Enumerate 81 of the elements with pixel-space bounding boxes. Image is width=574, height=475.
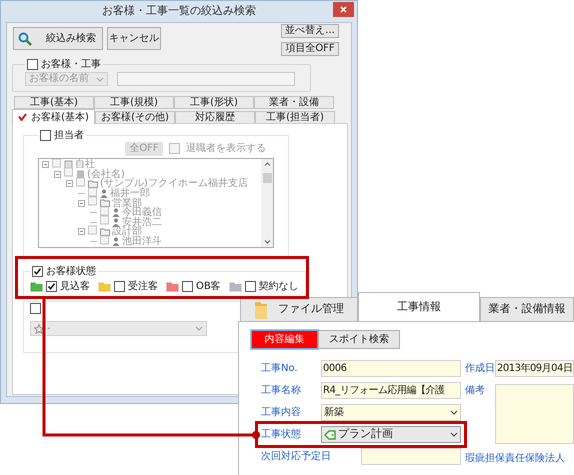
tab[interactable]: 業者・設備情報 (480, 297, 574, 322)
collapse-icon[interactable] (66, 180, 73, 188)
sort-button[interactable]: 並べ替え... (281, 24, 339, 38)
group-label: 担当者 (54, 128, 84, 143)
collapse-icon[interactable] (42, 161, 49, 168)
folder-icon (100, 228, 110, 236)
field-label: 作成日 (465, 362, 493, 376)
tab[interactable]: 工事(担当者) (255, 111, 335, 124)
folder-icon (254, 300, 268, 320)
mode-button[interactable]: 内容編集 (251, 330, 318, 349)
tab[interactable]: 工事(規模) (94, 96, 174, 109)
search-icon (18, 32, 32, 46)
tab[interactable]: 工事(形状) (174, 96, 254, 109)
chevron-down-icon (96, 76, 104, 82)
collapse-icon[interactable] (78, 228, 85, 236)
window-title: お客様・工事一覧の絞込み検索 (102, 3, 256, 20)
tab[interactable]: 工事情報 (358, 292, 480, 322)
tab[interactable]: お客様(その他) (95, 111, 175, 124)
checkbox[interactable] (244, 281, 256, 292)
tab[interactable]: 業者・設備 (254, 96, 334, 109)
checkbox-label: 契約なし (258, 280, 299, 294)
dropdown[interactable]: 新築 (321, 404, 461, 421)
chevron-down-icon (195, 326, 203, 331)
checkbox[interactable] (76, 178, 85, 186)
checkbox-label: 受注客 (128, 280, 158, 294)
checkbox-label: OB客 (196, 280, 221, 294)
tab[interactable]: 対応履歴 (175, 111, 255, 124)
tab[interactable]: ファイル管理 (240, 297, 358, 322)
folder-icon (100, 199, 110, 208)
scrollbar[interactable] (261, 159, 273, 247)
check-icon (18, 113, 28, 121)
field-label: 瑕疵担保責任保険法人 (465, 452, 565, 466)
checkbox[interactable] (182, 281, 193, 292)
folder-icon (88, 180, 98, 188)
group-label: お客様・工事 (41, 58, 101, 72)
scroll-thumb[interactable] (262, 173, 272, 183)
checkbox[interactable] (32, 266, 43, 277)
close-icon (340, 6, 347, 13)
checkbox-label: 見込客 (60, 280, 90, 294)
checkbox[interactable] (114, 281, 125, 292)
field-label: 工事No. (261, 362, 298, 376)
checkbox[interactable] (88, 226, 97, 234)
checkbox[interactable] (52, 159, 61, 168)
field-label: 工事状態 (261, 428, 301, 442)
star-icon (34, 324, 44, 334)
checkbox[interactable] (64, 168, 73, 177)
text-field[interactable]: R4_リフォーム応用編【介護 (321, 382, 461, 399)
scroll-down-icon[interactable] (264, 240, 270, 244)
chevron-down-icon (450, 432, 458, 437)
field-label: 次回対応予定日 (261, 450, 331, 464)
checkbox[interactable] (100, 216, 109, 225)
text-field[interactable]: 0006 (321, 360, 461, 377)
checkbox[interactable] (40, 130, 51, 141)
mode-button[interactable]: スポイト検索 (318, 330, 400, 349)
person-icon (112, 237, 120, 246)
field-label: 備考 (465, 384, 486, 398)
all-off-button[interactable]: 項目全OFF (281, 42, 339, 56)
checkbox[interactable] (88, 196, 97, 206)
close-button[interactable] (333, 2, 354, 17)
text-field[interactable]: 2013年09月04日 (495, 360, 574, 377)
chevron-down-icon (450, 410, 458, 415)
collapse-icon[interactable] (78, 200, 85, 207)
dropdown[interactable]: プラン計画 (321, 426, 461, 443)
date-field[interactable] (361, 448, 461, 465)
checkbox[interactable] (169, 143, 180, 154)
person-icon (100, 189, 108, 198)
text-field[interactable] (117, 72, 295, 86)
tab[interactable]: 工事(基本) (14, 96, 94, 109)
search-button[interactable]: 絞込み検索 (13, 27, 103, 50)
field-label: 工事内容 (261, 406, 301, 420)
checkbox[interactable] (46, 281, 57, 292)
cancel-button[interactable]: キャンセル (107, 27, 161, 50)
checkbox-label: 退職者を表示する (186, 142, 266, 156)
tab[interactable]: お客様(基本) (12, 109, 95, 124)
collapse-icon[interactable] (54, 170, 61, 178)
checkbox[interactable] (27, 59, 38, 70)
tag-icon (324, 430, 336, 440)
field-label: 工事名称 (261, 384, 301, 398)
scroll-up-icon[interactable] (264, 162, 270, 166)
group-label: お客様状態 (46, 264, 96, 279)
checkbox[interactable] (30, 303, 41, 314)
